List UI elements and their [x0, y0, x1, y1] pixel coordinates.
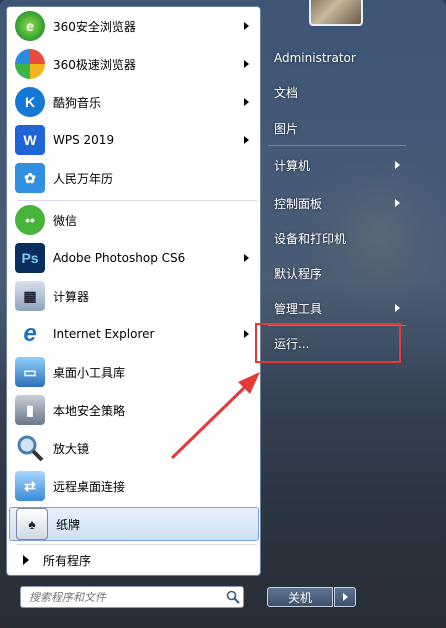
shutdown-options-button[interactable] [334, 587, 356, 607]
shutdown-label: 关机 [287, 590, 312, 605]
shutdown-button[interactable]: 关机 [267, 587, 333, 607]
chevron-right-icon [342, 593, 348, 601]
start-menu: e 360安全浏览器 360极速浏览器 K 酷狗音乐 W WPS 2019 ✿ … [0, 0, 446, 628]
pointer-arrow [170, 372, 260, 460]
